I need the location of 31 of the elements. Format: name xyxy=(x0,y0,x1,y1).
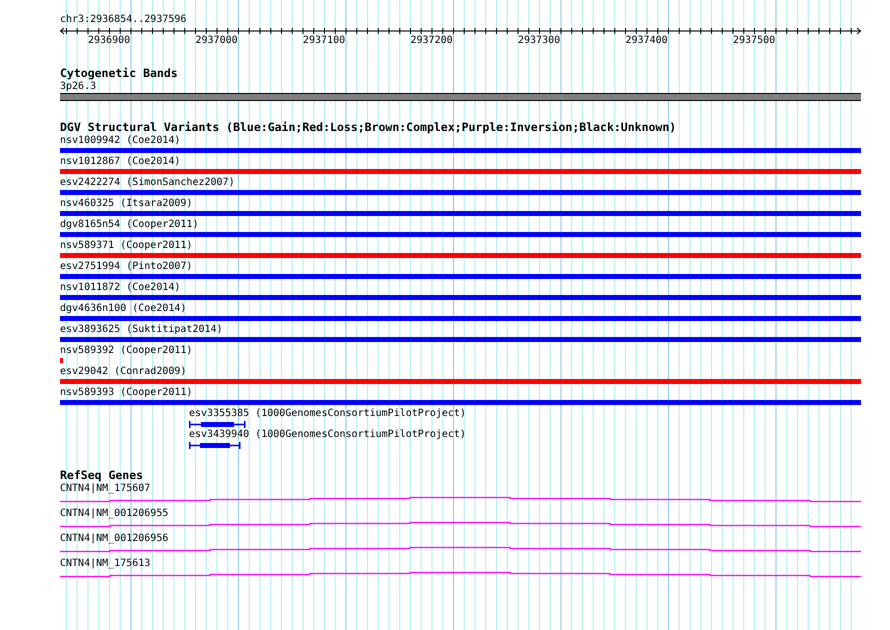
variant-label: esv29042 (Conrad2009) xyxy=(60,365,188,379)
gene-label: CNTN4|NM_175607 xyxy=(60,482,152,496)
variant-label: nsv1012867 (Coe2014) xyxy=(60,155,182,169)
tick-label: 2937100 xyxy=(303,35,346,47)
variant-label: nsv1009942 (Coe2014) xyxy=(60,134,182,148)
track-title: DGV Structural Variants (Blue:Gain;Red:Loss;Brown:Complex;Purple:Inversion;Black:Unknown) xyxy=(60,120,678,134)
gene-label: CNTN4|NM_175613 xyxy=(60,557,152,571)
variant-label: nsv460325 (Itsara2009) xyxy=(60,197,194,211)
variant-label: esv2422274 (SimonSanchez2007) xyxy=(60,176,236,190)
tick-label: 2937300 xyxy=(518,35,560,47)
variant-label: esv3439940 (1000GenomesConsortiumPilotProject) xyxy=(189,429,466,440)
variant-label: esv3355385 (1000GenomesConsortiumPilotProject) xyxy=(189,408,466,419)
variant-label: esv2751994 (Pinto2007) xyxy=(60,260,194,274)
variant-label: nsv589371 (Cooper2011) xyxy=(60,239,194,253)
gene-label: CNTN4|NM_001206956 xyxy=(60,532,170,546)
variant-label: dgv8165n54 (Cooper2011) xyxy=(60,218,200,232)
tick-label: 2937400 xyxy=(626,35,668,47)
location-label: chr3:2936854..2937596 xyxy=(60,13,188,27)
track-title: Cytogenetic Bands xyxy=(60,66,179,80)
variant-label: nsv1011872 (Coe2014) xyxy=(60,281,182,295)
variant-label: esv3893625 (Suktitipat2014) xyxy=(60,323,224,337)
variant-label: dgv4636n100 (Coe2014) xyxy=(60,302,188,316)
variant-label: nsv589393 (Cooper2011) xyxy=(60,386,194,400)
track-title: RefSeq Genes xyxy=(60,468,144,482)
band-label: 3p26.3 xyxy=(60,80,98,93)
gene-label: CNTN4|NM_001206955 xyxy=(60,507,170,521)
variant-label: nsv589392 (Cooper2011) xyxy=(60,344,194,358)
tick-label: 2937500 xyxy=(733,35,776,47)
tick-label: 2937200 xyxy=(410,35,453,47)
tick-label: 2937000 xyxy=(196,35,238,47)
tick-label: 2936900 xyxy=(88,35,130,47)
